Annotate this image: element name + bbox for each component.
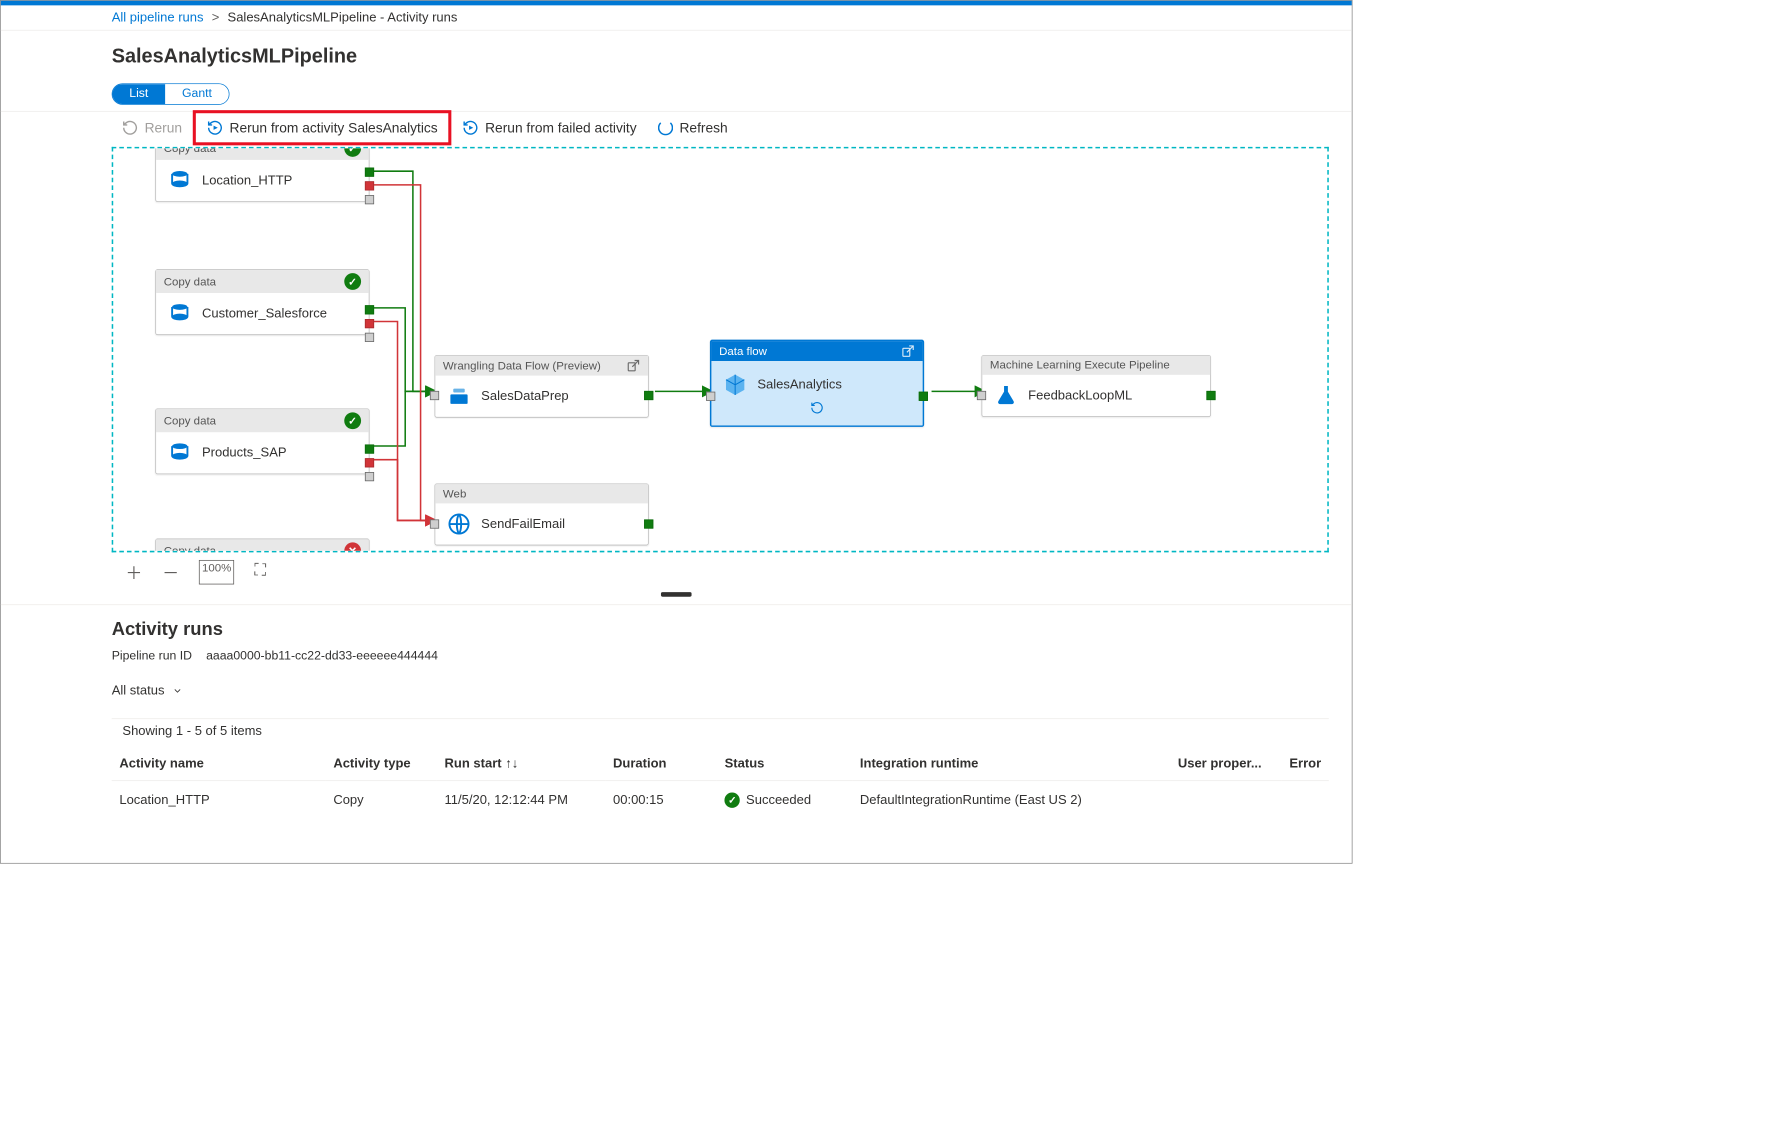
- activity-node-products-sap[interactable]: Copy data✓ Products_SAP: [155, 409, 369, 475]
- col-run-start[interactable]: Run start ↑↓: [437, 747, 605, 781]
- activity-runs-table: Activity name Activity type Run start ↑↓…: [112, 747, 1329, 819]
- col-activity-type[interactable]: Activity type: [326, 747, 437, 781]
- status-success-icon: ✓: [725, 793, 740, 808]
- breadcrumb-root[interactable]: All pipeline runs: [112, 10, 204, 25]
- col-user-properties[interactable]: User proper...: [1170, 747, 1282, 781]
- activity-node-customer-salesforce[interactable]: Copy data✓ Customer_Salesforce: [155, 269, 369, 335]
- pipeline-run-id: Pipeline run ID aaaa0000-bb11-cc22-dd33-…: [112, 649, 1329, 663]
- view-toggle-list[interactable]: List: [112, 84, 165, 104]
- activity-node-partial[interactable]: Copy data✕: [155, 539, 369, 553]
- status-success-icon: ✓: [344, 273, 361, 290]
- col-activity-name[interactable]: Activity name: [112, 747, 326, 781]
- open-external-icon[interactable]: [627, 359, 641, 373]
- activity-node-salesdataprep[interactable]: Wrangling Data Flow (Preview) SalesDataP…: [435, 355, 649, 418]
- table-row[interactable]: Location_HTTP Copy 11/5/20, 12:12:44 PM …: [112, 781, 1329, 819]
- activity-runs-heading: Activity runs: [112, 619, 1329, 640]
- database-icon: [167, 301, 193, 327]
- col-error[interactable]: Error: [1282, 747, 1329, 781]
- results-count: Showing 1 - 5 of 5 items: [112, 719, 1329, 747]
- activity-node-salesanalytics[interactable]: Data flow SalesAnalytics: [710, 340, 924, 427]
- status-filter-dropdown[interactable]: All status: [112, 680, 183, 711]
- zoom-in-button[interactable]: ＋: [125, 560, 142, 584]
- status-error-icon: ✕: [344, 542, 361, 552]
- database-icon: [167, 440, 193, 466]
- activity-node-sendfailemail[interactable]: Web SendFailEmail: [435, 483, 649, 545]
- cube-icon: [722, 372, 748, 398]
- breadcrumb-current: SalesAnalyticsMLPipeline - Activity runs: [228, 10, 458, 25]
- view-toggle: List Gantt: [112, 83, 230, 104]
- refresh-icon: [658, 120, 673, 135]
- rerun-from-failed-button[interactable]: Rerun from failed activity: [462, 119, 636, 136]
- refresh-small-icon: [810, 401, 824, 415]
- activity-node-feedbackloopml[interactable]: Machine Learning Execute Pipeline Feedba…: [981, 355, 1211, 417]
- rerun-button[interactable]: Rerun: [122, 119, 182, 136]
- zoom-100-button[interactable]: 100%: [199, 560, 234, 584]
- refresh-button[interactable]: Refresh: [658, 120, 728, 136]
- status-success-icon: ✓: [344, 412, 361, 429]
- fit-to-screen-button[interactable]: ⛶: [254, 560, 266, 584]
- open-external-icon[interactable]: [901, 344, 915, 358]
- view-toggle-gantt[interactable]: Gantt: [165, 84, 229, 104]
- rerun-icon: [122, 119, 139, 136]
- ml-flask-icon: [993, 383, 1019, 409]
- resize-handle[interactable]: [661, 592, 692, 597]
- rerun-from-activity-button[interactable]: Rerun from activity SalesAnalytics: [193, 110, 452, 145]
- pipeline-canvas[interactable]: Copy data✓ Location_HTTP Copy data✓ Cust…: [112, 147, 1329, 552]
- page-title: SalesAnalyticsMLPipeline: [1, 31, 1352, 76]
- rerun-icon: [462, 119, 479, 136]
- status-success-icon: ✓: [344, 147, 361, 157]
- rerun-icon: [207, 119, 224, 136]
- col-status[interactable]: Status: [717, 747, 852, 781]
- database-icon: [167, 168, 193, 194]
- chevron-down-icon: [172, 685, 183, 696]
- col-duration[interactable]: Duration: [605, 747, 717, 781]
- activity-node-location-http[interactable]: Copy data✓ Location_HTTP: [155, 147, 369, 202]
- globe-icon: [446, 511, 472, 537]
- dataflow-icon: [446, 383, 472, 409]
- breadcrumb-separator: >: [212, 10, 220, 25]
- sort-icon: ↑↓: [505, 756, 518, 771]
- toolbar: Rerun Rerun from activity SalesAnalytics…: [1, 111, 1352, 144]
- canvas-zoom-controls: ＋ － 100% ⛶: [112, 552, 1329, 584]
- zoom-out-button[interactable]: －: [162, 560, 179, 584]
- col-integration-runtime[interactable]: Integration runtime: [852, 747, 1170, 781]
- breadcrumb: All pipeline runs > SalesAnalyticsMLPipe…: [1, 5, 1352, 30]
